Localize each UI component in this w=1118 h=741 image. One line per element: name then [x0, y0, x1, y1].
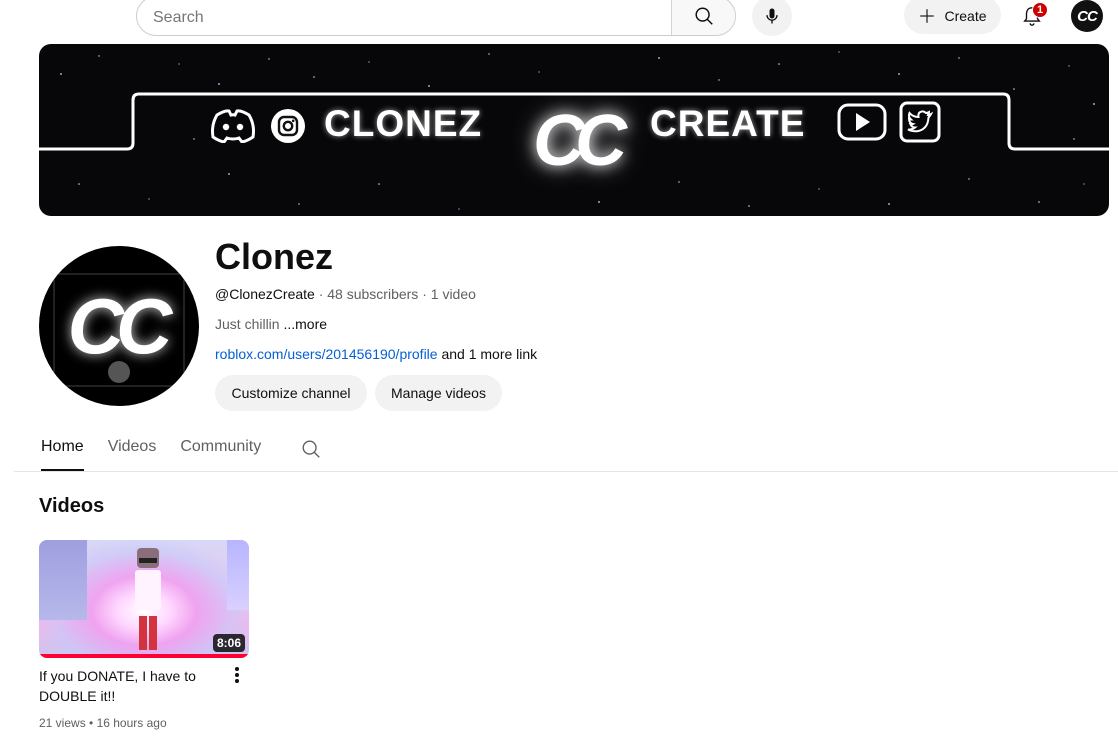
banner-clonez-text: CLONEZ [324, 103, 483, 144]
channel-description[interactable]: Just chillin ...more [215, 316, 327, 332]
meta-separator: • [85, 716, 97, 730]
description-text: Just chillin [215, 316, 284, 332]
video-options-button[interactable] [226, 664, 248, 686]
upload-age: 16 hours ago [96, 716, 167, 730]
banner-cc-logo: CC [533, 101, 627, 181]
video-meta: 21 views • 16 hours ago [39, 716, 167, 730]
channel-handle: @ClonezCreate [215, 286, 315, 302]
video-title[interactable]: If you DONATE, I have to DOUBLE it!! [39, 666, 219, 706]
thumbnail-left-panel [39, 540, 87, 620]
channel-banner: CLONEZ CC CREATE [39, 44, 1109, 216]
view-count: 21 views [39, 716, 86, 730]
search-icon [694, 7, 713, 25]
create-button[interactable]: Create [904, 0, 1001, 34]
tabs-divider [14, 471, 1118, 472]
banner-create-text: CREATE [650, 103, 806, 144]
channel-links: roblox.com/users/201456190/profile and 1… [215, 346, 537, 362]
discord-icon [209, 106, 257, 144]
profile-link[interactable]: roblox.com/users/201456190/profile [215, 346, 438, 362]
tab-videos[interactable]: Videos [108, 438, 157, 471]
instagram-icon [269, 107, 307, 145]
search-icon [302, 440, 320, 458]
customize-channel-button[interactable]: Customize channel [215, 375, 367, 411]
meta-separator: · [314, 286, 328, 302]
description-more-link[interactable]: ...more [283, 316, 327, 332]
meta-separator: · [418, 286, 431, 302]
channel-tabs: Home Videos Community [41, 438, 285, 471]
channel-avatar: CC [39, 246, 199, 406]
youtube-play-icon [837, 102, 887, 142]
search-input[interactable] [137, 0, 671, 35]
channel-name: Clonez [215, 236, 334, 277]
voice-search-button[interactable] [752, 0, 792, 36]
notifications-button[interactable]: 1 [1012, 0, 1052, 36]
plus-icon [920, 9, 935, 23]
manage-videos-button[interactable]: Manage videos [375, 375, 502, 411]
video-thumbnail[interactable]: 8:06 [39, 540, 249, 658]
channel-search-button[interactable] [300, 438, 322, 465]
search-button[interactable] [671, 0, 735, 35]
thumbnail-character [135, 548, 161, 650]
tab-home[interactable]: Home [41, 438, 84, 471]
account-avatar[interactable]: CC [1071, 0, 1103, 32]
thumbnail-right-panel [227, 540, 249, 610]
account-avatar-text: CC [1077, 7, 1098, 25]
notification-badge: 1 [1032, 2, 1048, 18]
subscriber-count: 48 subscribers [327, 286, 419, 302]
avatar-frame-lines [53, 273, 185, 387]
more-vert-icon [235, 667, 239, 683]
create-label: Create [944, 8, 987, 24]
watch-progress-bar [39, 654, 249, 658]
more-links-text[interactable]: and 1 more link [438, 346, 537, 362]
duration-badge: 8:06 [212, 634, 245, 652]
twitter-icon [899, 101, 941, 143]
tab-community[interactable]: Community [180, 438, 261, 471]
video-count: 1 video [430, 286, 476, 302]
channel-meta: @ClonezCreate · 48 subscribers · 1 video [215, 286, 476, 302]
videos-section-title: Videos [39, 495, 105, 517]
search-bar [136, 0, 736, 36]
microphone-icon [766, 8, 778, 24]
